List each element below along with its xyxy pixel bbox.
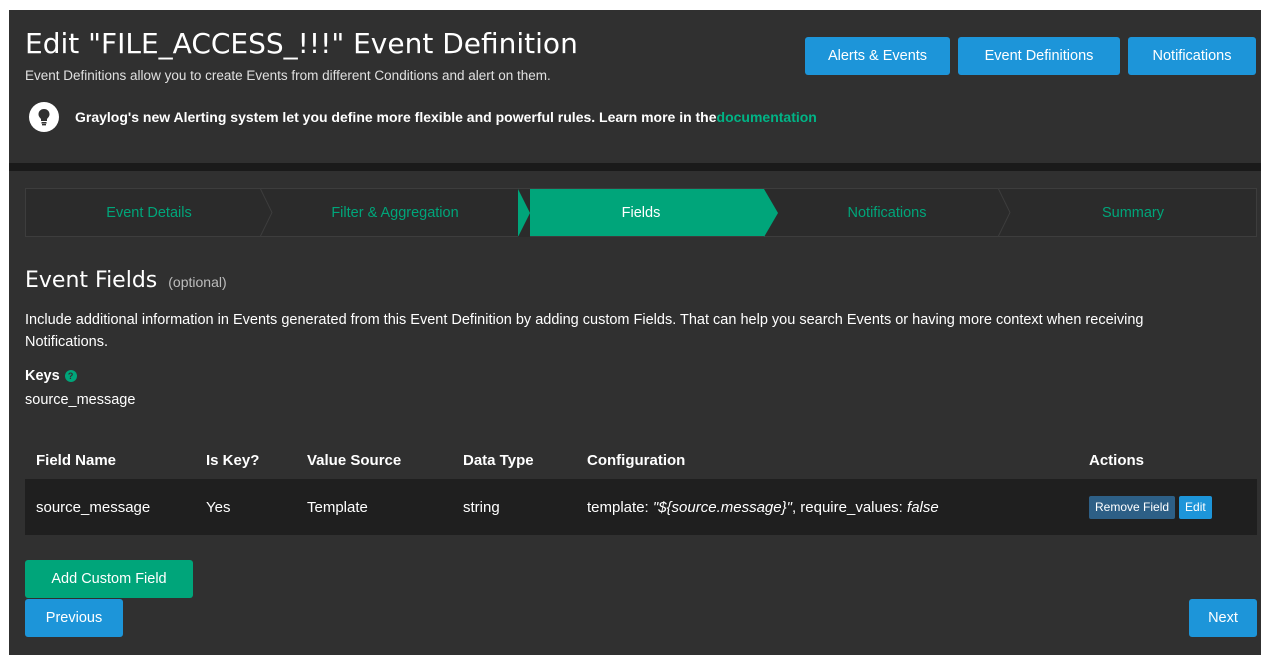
step-notifications[interactable]: Notifications	[764, 188, 1011, 237]
chevron-right-icon	[998, 188, 1011, 237]
wizard-steps: Event Details Filter & Aggregation Field…	[25, 188, 1257, 237]
page-title: Edit "FILE_ACCESS_!!!" Event Definition	[25, 27, 578, 60]
data-type-cell: string	[452, 479, 576, 535]
edit-field-button[interactable]: Edit	[1179, 495, 1212, 519]
column-header: Is Key?	[206, 451, 260, 469]
section-title: Event Fields (optional)	[25, 268, 227, 293]
config-prefix: template:	[587, 498, 653, 516]
optional-label: (optional)	[168, 274, 227, 290]
add-custom-field-button[interactable]: Add Custom Field	[25, 560, 193, 598]
next-button[interactable]: Next	[1189, 599, 1257, 637]
help-icon[interactable]: ?	[64, 370, 77, 382]
column-header: Configuration	[587, 451, 686, 469]
column-header: Value Source	[307, 451, 402, 469]
step-label: Event Details	[106, 204, 192, 221]
column-header: Field Name	[36, 451, 117, 469]
configuration-cell: template: "${source.message}", require_v…	[576, 479, 1078, 535]
step-label: Notifications	[847, 204, 927, 221]
chevron-right-icon	[260, 188, 273, 237]
step-label: Summary	[1101, 204, 1165, 221]
lightbulb-icon	[29, 102, 59, 132]
keys-label: Keys	[25, 368, 60, 384]
notifications-button[interactable]: Notifications	[1128, 37, 1256, 75]
config-mid: , require_values:	[791, 498, 908, 516]
page-header: Edit "FILE_ACCESS_!!!" Event Definition …	[9, 10, 1261, 163]
value-source-cell: Template	[296, 479, 452, 535]
is-key-cell: Yes	[195, 479, 296, 535]
main-panel: Event Details Filter & Aggregation Field…	[9, 171, 1261, 655]
previous-button[interactable]: Previous	[25, 599, 123, 637]
step-label: Fields	[621, 204, 661, 221]
section-description: Include additional information in Events…	[25, 312, 1144, 350]
fields-table: Field Name Is Key? Value Source Data Typ…	[25, 441, 1257, 535]
remove-field-button[interactable]: Remove Field	[1089, 495, 1176, 519]
config-template: "${source.message}"	[652, 498, 792, 516]
keys-value: source_message	[25, 392, 136, 408]
alerts-events-button[interactable]: Alerts & Events	[805, 37, 950, 75]
page-subtitle: Event Definitions allow you to create Ev…	[25, 68, 551, 83]
column-header: Actions	[1089, 451, 1145, 469]
table-row: source_message Yes Template string templ…	[25, 479, 1257, 535]
config-require: false	[907, 498, 939, 516]
divider	[9, 163, 1261, 171]
field-name-cell: source_message	[25, 479, 195, 535]
step-summary[interactable]: Summary	[1010, 189, 1256, 236]
step-fields[interactable]: Fields	[518, 189, 778, 237]
actions-cell: Remove Field Edit	[1078, 479, 1257, 535]
step-filter-aggregation[interactable]: Filter & Aggregation	[272, 189, 518, 236]
step-event-details[interactable]: Event Details	[26, 188, 273, 237]
step-label: Filter & Aggregation	[331, 204, 459, 221]
alerting-hint: Graylog's new Alerting system let you de…	[29, 102, 817, 132]
event-definitions-button[interactable]: Event Definitions	[958, 37, 1120, 75]
hint-text: Graylog's new Alerting system let you de…	[75, 109, 717, 125]
table-header-row: Field Name Is Key? Value Source Data Typ…	[25, 441, 1257, 479]
keys-heading: Keys ?	[25, 368, 77, 384]
documentation-link[interactable]: documentation	[717, 109, 817, 125]
section-title-text: Event Fields	[25, 268, 158, 293]
column-header: Data Type	[463, 451, 534, 469]
